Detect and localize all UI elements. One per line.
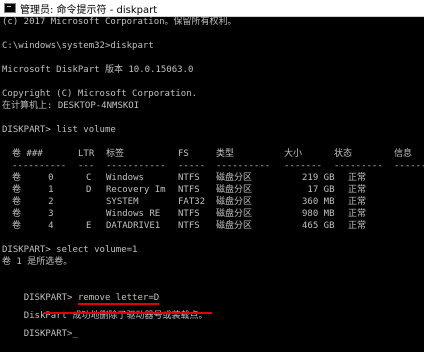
remove-result-line: DiskPart 成功地删除了驱动器号或装载点。 [2, 298, 208, 321]
copyright-line: Copyright (C) Microsoft Corporation. [2, 89, 198, 99]
final-prompt-line[interactable]: DISKPART>_ [2, 316, 78, 339]
highlight-underline [44, 312, 212, 314]
header-status: 状态 [334, 149, 353, 159]
table-row: 卷 4 E DATADRIVE1 NTFS 磁盘分区 465 GB 正常 [12, 221, 367, 231]
table-row: 卷 3 Windows RE NTFS 磁盘分区 980 MB 正常 [12, 209, 367, 219]
computer-line: 在计算机上: DESKTOP-4NMSKOI [2, 101, 140, 111]
table-row: 卷 1 D Recovery Im NTFS 磁盘分区 17 GB 正常 [12, 185, 367, 195]
table-row: 卷 2 SYSTEM FAT32 磁盘分区 360 MB 正常 [12, 197, 367, 207]
window-title: 管理员: 命令提示符 - diskpart [20, 4, 158, 16]
table-row: 卷 0 C Windows NTFS 磁盘分区 219 GB 正常 [12, 173, 367, 183]
header-volume: 卷 ### [12, 149, 43, 159]
header-size: 大小 [284, 149, 303, 159]
cmd-icon [4, 3, 16, 13]
header-ltr: LTR [78, 149, 95, 159]
final-prompt: DISKPART> [23, 329, 73, 339]
header-type: 类型 [216, 149, 235, 159]
diskpart-command-line: C:\windows\system32>diskpart [2, 41, 154, 51]
console-output[interactable]: (c) 2017 Microsoft Corporation。保留所有权利。 C… [0, 16, 424, 339]
banner-line: (c) 2017 Microsoft Corporation。保留所有权利。 [2, 17, 237, 27]
remove-letter-line: DISKPART> remove letter=D [2, 280, 160, 305]
volume-table-divider: ---------- --- ----------- ----- -------… [12, 161, 424, 171]
select-result-line: 卷 1 是所选卷。 [2, 257, 73, 267]
list-volume-command: DISKPART> list volume [2, 125, 116, 135]
text-cursor: _ [72, 329, 78, 339]
version-line: Microsoft DiskPart 版本 10.0.15063.0 [2, 65, 194, 75]
volume-table-header: 卷 ### LTR 标签 FS 类型 大小 状态 信息 [2, 148, 422, 160]
title-bar[interactable]: 管理员: 命令提示符 - diskpart [0, 0, 424, 17]
header-fs: FS [178, 149, 189, 159]
header-label: 标签 [106, 149, 125, 159]
select-volume-command: DISKPART> select volume=1 [2, 245, 138, 255]
header-info: 信息 [394, 149, 413, 159]
